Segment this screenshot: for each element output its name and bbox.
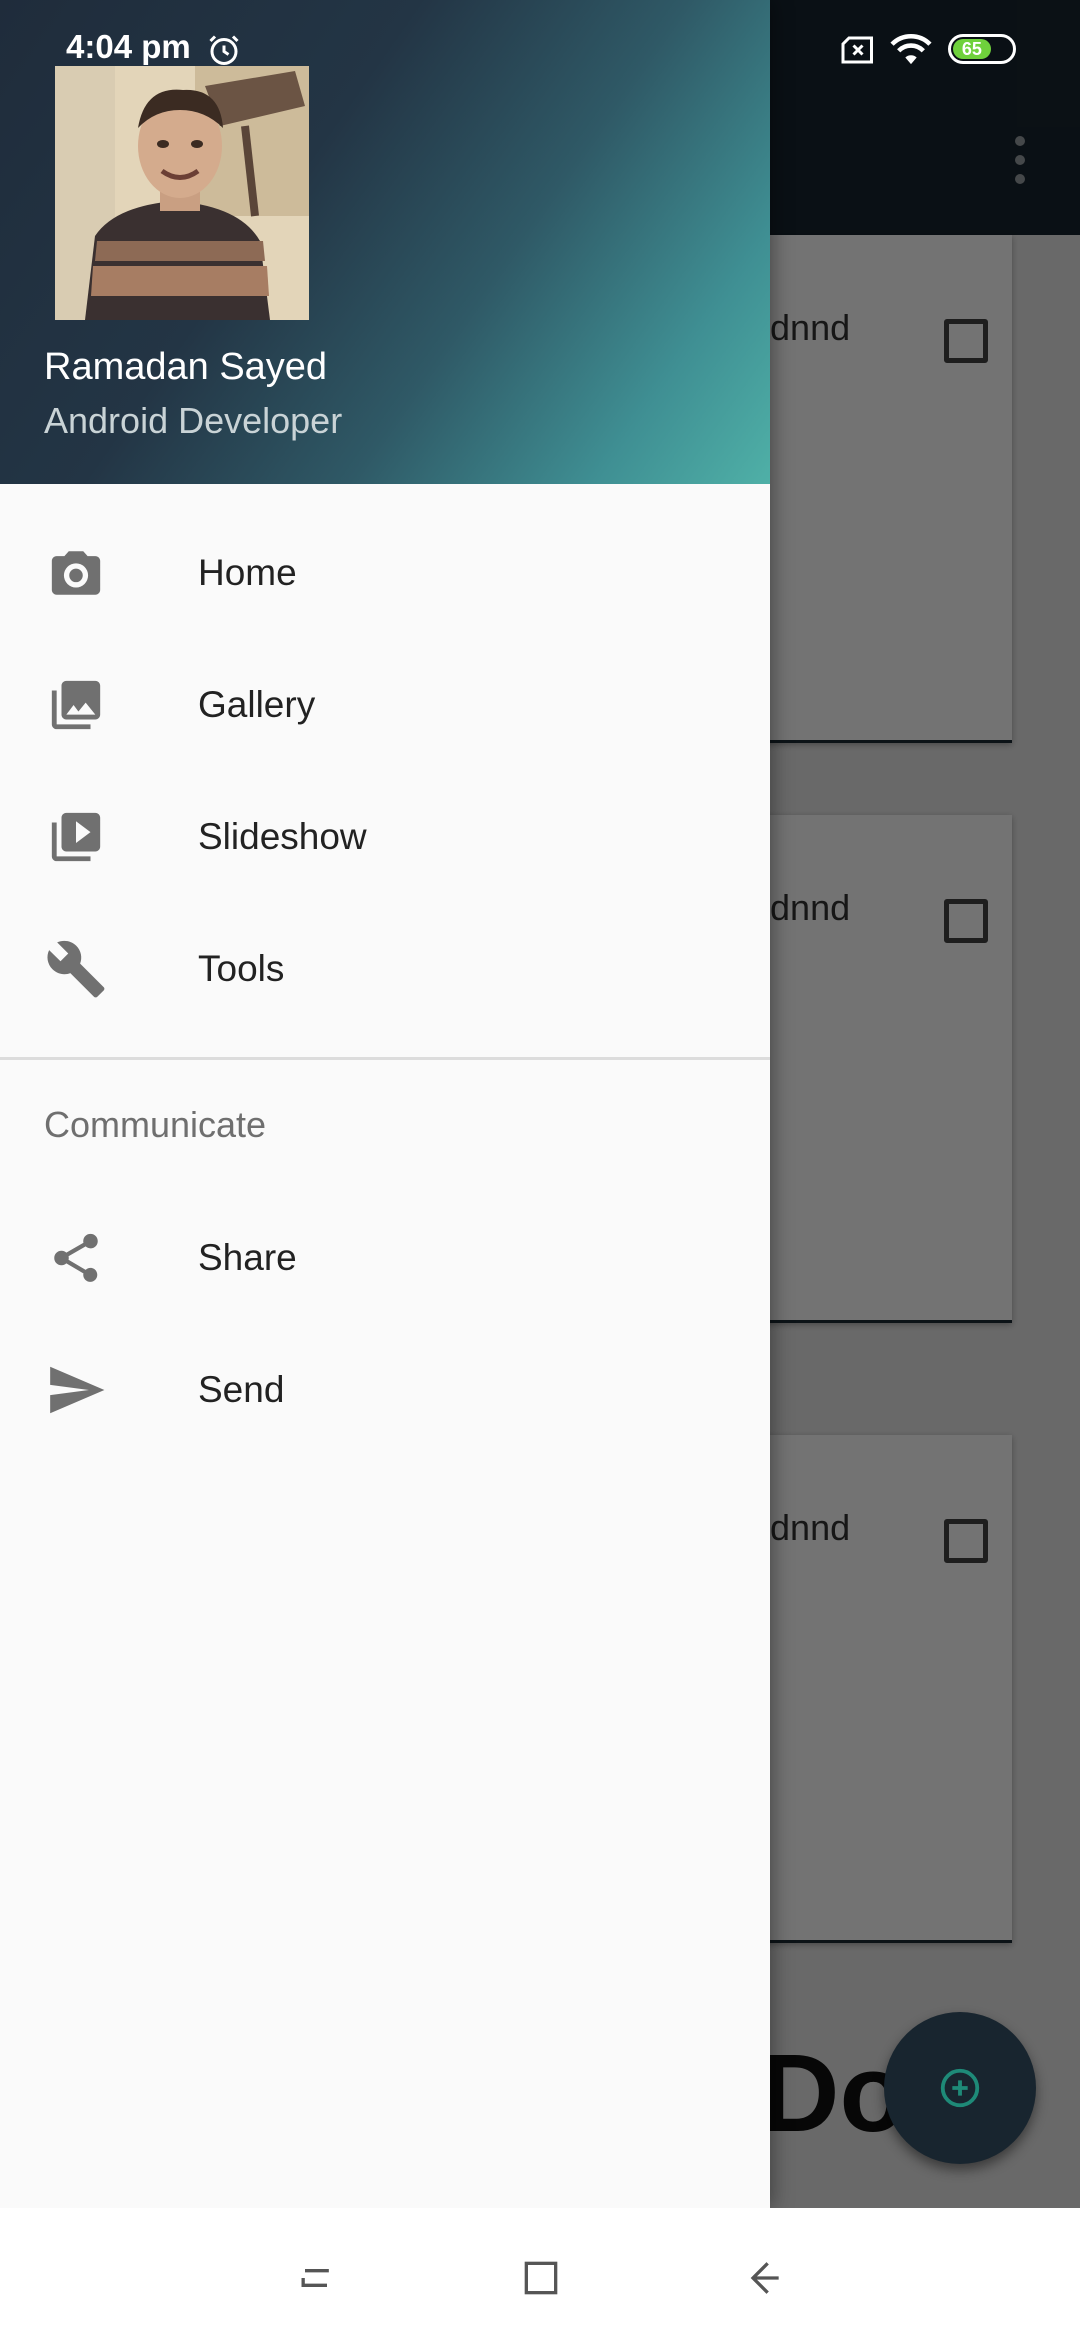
no-sim-icon [841, 36, 873, 64]
home-icon [524, 2261, 558, 2295]
add-circle-icon [940, 2068, 980, 2108]
drawer-item-label: Share [198, 1237, 297, 1278]
status-bar: 4:04 pm 65 [0, 0, 1080, 80]
system-nav-bar [0, 2208, 1080, 2340]
drawer-item-label: Send [198, 1369, 285, 1410]
status-time: 4:04 pm [66, 28, 191, 65]
slideshow-icon [44, 805, 108, 869]
home-button[interactable] [511, 2248, 571, 2308]
drawer-item-home[interactable]: Home [0, 507, 770, 639]
recents-icon [301, 2269, 329, 2287]
recents-button[interactable] [286, 2248, 346, 2308]
drawer-item-slideshow[interactable]: Slideshow [0, 771, 770, 903]
gallery-icon [44, 673, 108, 737]
camera-icon [44, 541, 108, 605]
back-button[interactable] [734, 2248, 794, 2308]
battery-level: 65 [953, 39, 991, 59]
user-role: Android Developer [44, 400, 343, 441]
navigation-drawer: Ramadan Sayed Android Developer Home Gal… [0, 0, 770, 2208]
drawer-item-label: Slideshow [198, 816, 367, 857]
section-title: Communicate [44, 1104, 267, 1145]
drawer-item-label: Tools [198, 948, 285, 989]
avatar[interactable] [55, 66, 309, 320]
share-icon [44, 1226, 108, 1290]
wifi-icon [890, 33, 932, 65]
add-task-fab[interactable] [884, 2012, 1036, 2164]
drawer-item-label: Home [198, 552, 297, 593]
drawer-divider [0, 1057, 770, 1060]
send-icon [44, 1358, 108, 1422]
alarm-icon [209, 35, 239, 65]
drawer-item-share[interactable]: Share [0, 1192, 770, 1324]
drawer-item-gallery[interactable]: Gallery [0, 639, 770, 771]
wrench-icon [44, 937, 108, 1001]
drawer-item-send[interactable]: Send [0, 1324, 770, 1456]
drawer-item-tools[interactable]: Tools [0, 903, 770, 1035]
user-name: Ramadan Sayed [44, 346, 328, 388]
battery-icon: 65 [948, 34, 1016, 64]
back-icon [750, 2262, 779, 2294]
drawer-item-label: Gallery [198, 684, 316, 725]
